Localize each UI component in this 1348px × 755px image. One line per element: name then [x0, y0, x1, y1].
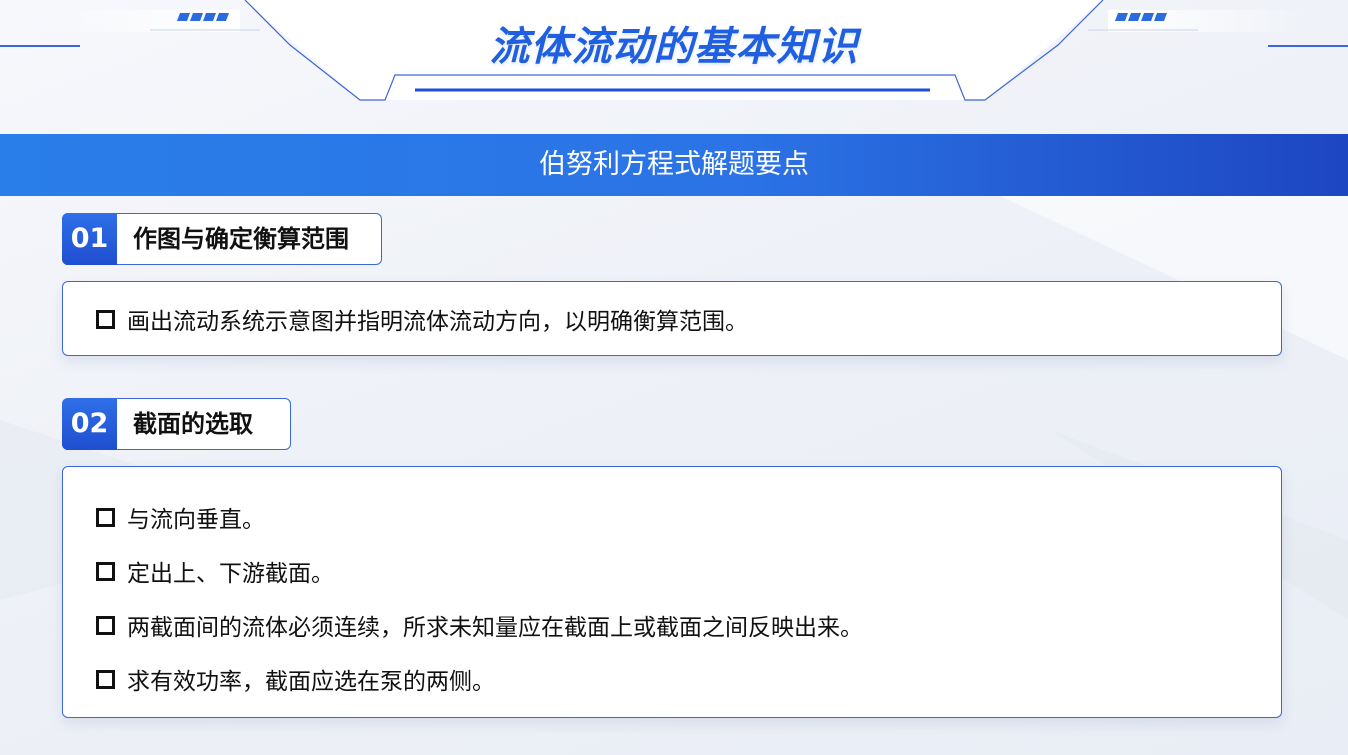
square-bullet-icon	[96, 561, 115, 581]
section-header-1: 01 作图与确定衡算范围	[62, 213, 382, 265]
square-bullet-icon	[96, 615, 115, 635]
list-item: 与流向垂直。	[96, 497, 265, 537]
banner-text: 伯努利方程式解题要点	[539, 149, 809, 180]
list-item: 画出流动系统示意图并指明流体流动方向，以明确衡算范围。	[96, 299, 748, 339]
list-item: 求有效功率，截面应选在泵的两侧。	[96, 659, 495, 699]
square-bullet-icon	[96, 309, 115, 329]
section-title-2: 截面的选取	[133, 410, 253, 438]
section-title-1: 作图与确定衡算范围	[133, 225, 349, 253]
list-item-text: 求有效功率，截面应选在泵的两侧。	[127, 669, 495, 695]
section-number-2: 02	[62, 398, 117, 450]
section-card-1: 画出流动系统示意图并指明流体流动方向，以明确衡算范围。	[62, 281, 1282, 356]
section-number-1: 01	[62, 213, 117, 265]
list-item-text: 两截面间的流体必须连续，所求未知量应在截面上或截面之间反映出来。	[127, 615, 863, 641]
list-item-text: 与流向垂直。	[127, 507, 265, 533]
section-header-2: 02 截面的选取	[62, 398, 291, 450]
list-item-text: 定出上、下游截面。	[127, 561, 334, 587]
square-bullet-icon	[96, 507, 115, 527]
subtitle-banner: 伯努利方程式解题要点	[0, 134, 1348, 196]
square-bullet-icon	[96, 669, 115, 689]
list-item: 定出上、下游截面。	[96, 551, 334, 591]
list-item-text: 画出流动系统示意图并指明流体流动方向，以明确衡算范围。	[127, 309, 748, 335]
list-item: 两截面间的流体必须连续，所求未知量应在截面上或截面之间反映出来。	[96, 605, 863, 645]
section-card-2: 与流向垂直。 定出上、下游截面。 两截面间的流体必须连续，所求未知量应在截面上或…	[62, 466, 1282, 718]
header: 流体流动的基本知识	[0, 0, 1348, 120]
page-title: 流体流动的基本知识	[489, 24, 859, 70]
